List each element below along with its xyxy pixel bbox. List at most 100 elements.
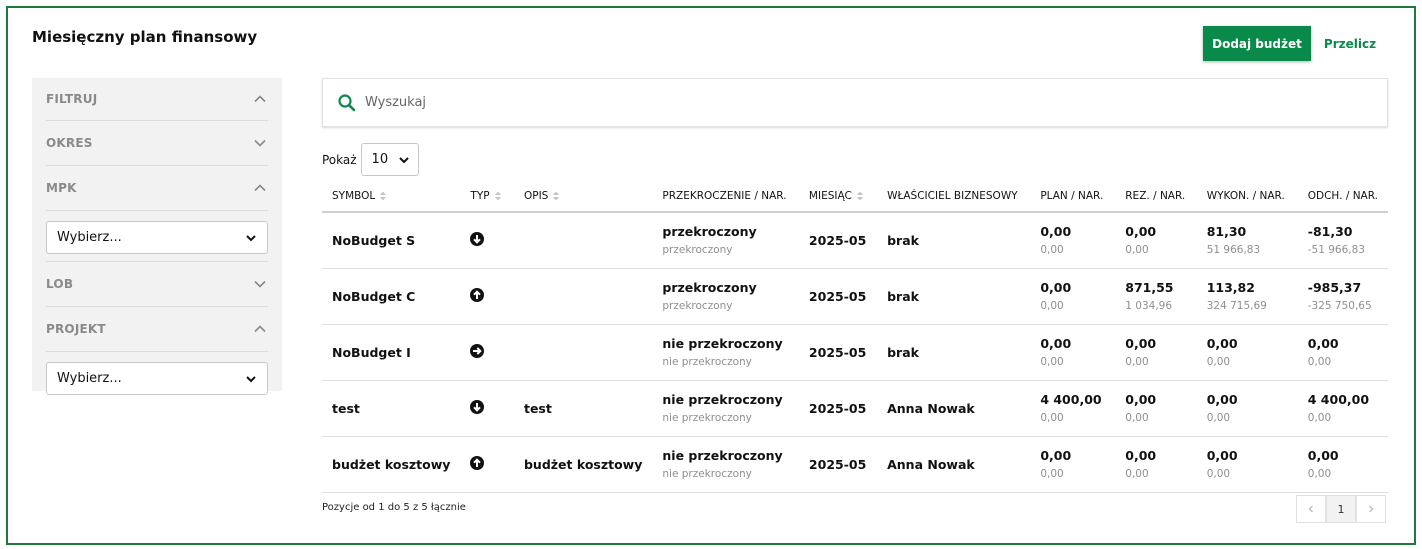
odch-value: 4 400,00 [1307, 392, 1370, 407]
col-opis[interactable]: OPIS [513, 180, 653, 213]
table-row[interactable]: NoBudget S przekroczony przekroczony 2025-0… [322, 212, 1388, 269]
mpk-select[interactable]: Wybierz... [46, 221, 268, 254]
filter-projekt-toggle[interactable]: PROJEKT [46, 307, 268, 352]
sort-icon [380, 191, 387, 200]
col-symbol[interactable]: SYMBOL [322, 180, 461, 213]
col-typ[interactable]: TYP [460, 180, 514, 213]
symbol-cell: NoBudget I [322, 324, 461, 381]
chevron-down-icon [246, 375, 256, 382]
prev-page-button[interactable] [1296, 495, 1326, 523]
page-size-select[interactable]: 10 [360, 143, 419, 176]
plan-value: 0,00 [1040, 448, 1072, 463]
table-row[interactable]: test test nie przekroczony nie przekroczony… [322, 380, 1388, 437]
symbol-cell: NoBudget S [322, 212, 461, 269]
przekroczenie-cell: przekroczony przekroczony [652, 268, 799, 325]
chevron-down-icon [246, 234, 256, 241]
opis-cell [513, 212, 653, 269]
plan-cell: 0,00 0,00 [1030, 212, 1116, 269]
filter-okres-toggle[interactable]: OKRES [46, 121, 268, 166]
przekroczenie-value: przekroczony [662, 280, 757, 295]
wykon-value: 0,00 [1206, 392, 1238, 407]
miesiac-cell: 2025-05 [798, 436, 878, 493]
rez-value: 0,00 [1125, 392, 1157, 407]
filter-group-projekt: PROJEKT Wybierz... [46, 307, 268, 402]
filter-group-mpk: MPK Wybierz... [46, 166, 268, 262]
przekroczenie-cell: nie przekroczony nie przekroczony [652, 324, 799, 381]
rez-value: 0,00 [1125, 336, 1157, 351]
next-page-button[interactable] [1356, 495, 1386, 523]
table-row[interactable]: budżet kosztowy budżet kosztowy nie przekr… [322, 436, 1388, 493]
col-odch: ODCH. / NAR. [1297, 180, 1388, 213]
miesiac-cell: 2025-05 [798, 212, 878, 269]
wykon-cell: 0,00 0,00 [1196, 380, 1298, 437]
chevron-down-icon [398, 156, 409, 163]
wlasciciel-cell: brak [877, 212, 1031, 269]
search-icon [338, 93, 356, 111]
filter-okres-label: OKRES [46, 136, 93, 150]
przekroczenie-nar-value: przekroczony [662, 244, 733, 257]
type-cell [460, 324, 514, 381]
plan-nar-value: 0,00 [1040, 300, 1064, 312]
chevron-right-icon [1369, 505, 1374, 513]
filter-sidebar: FILTRUJ OKRES MPK Wybierz... LOB PROJEKT… [32, 78, 282, 395]
rez-value: 0,00 [1125, 448, 1157, 463]
table-row[interactable]: NoBudget I nie przekroczony nie przekroczo… [322, 324, 1388, 381]
odch-value: -985,37 [1307, 280, 1362, 295]
col-rez-label: REZ. / NAR. [1125, 189, 1186, 202]
rez-cell: 0,00 0,00 [1115, 324, 1197, 381]
przekroczenie-nar-value: przekroczony [662, 300, 733, 312]
add-budget-button[interactable]: Dodaj budżet [1203, 26, 1311, 61]
opis-cell: test [513, 380, 653, 437]
filter-mpk-toggle[interactable]: MPK [46, 166, 268, 211]
wykon-cell: 0,00 0,00 [1196, 324, 1298, 381]
miesiac-cell: 2025-05 [798, 380, 878, 437]
odch-value: 0,00 [1307, 448, 1339, 463]
type-cell [460, 212, 514, 269]
wykon-nar-value: 324 715,69 [1206, 300, 1267, 312]
page-button-current[interactable]: 1 [1326, 495, 1356, 523]
przekroczenie-value: nie przekroczony [662, 448, 783, 463]
odch-nar-value: 0,00 [1307, 412, 1332, 424]
plan-cell: 0,00 0,00 [1030, 268, 1116, 325]
filter-lob-label: LOB [46, 277, 74, 291]
rez-cell: 0,00 0,00 [1115, 436, 1197, 493]
sort-icon [856, 191, 863, 200]
col-wykon: WYKON. / NAR. [1196, 180, 1298, 213]
pagination: 1 [1296, 495, 1386, 523]
table-row[interactable]: NoBudget C przekroczony przekroczony 2025-0… [322, 268, 1388, 325]
przekroczenie-cell: przekroczony przekroczony [652, 212, 799, 269]
plan-cell: 0,00 0,00 [1030, 324, 1116, 381]
filter-mpk-label: MPK [46, 181, 77, 195]
odch-value: -81,30 [1307, 224, 1353, 240]
miesiac-cell: 2025-05 [798, 324, 878, 381]
wykon-nar-value: 51 966,83 [1206, 244, 1261, 257]
col-plan: PLAN / NAR. [1030, 180, 1116, 213]
app-frame: Miesięczny plan finansowy Dodaj budżet P… [6, 6, 1416, 545]
pagination-info: Pozycje od 1 do 5 z 5 łącznie [322, 502, 466, 513]
przekroczenie-nar-value: nie przekroczony [662, 468, 752, 480]
type-cell [460, 268, 514, 325]
rez-cell: 0,00 0,00 [1115, 212, 1197, 269]
table-body: NoBudget S przekroczony przekroczony 2025-0… [322, 212, 1388, 493]
plan-nar-value: 0,00 [1040, 244, 1064, 257]
search-input[interactable] [365, 95, 1265, 110]
rez-cell: 871,55 1 034,96 [1115, 268, 1197, 325]
col-miesiac[interactable]: MIESIĄC [798, 180, 878, 213]
plan-value: 0,00 [1040, 280, 1072, 295]
search-box [322, 78, 1388, 127]
rez-value: 871,55 [1125, 280, 1174, 295]
col-wykon-label: WYKON. / NAR. [1206, 189, 1285, 202]
chevron-up-icon [254, 184, 266, 192]
symbol-cell: budżet kosztowy [322, 436, 461, 493]
projekt-select[interactable]: Wybierz... [46, 362, 268, 395]
wykon-value: 81,30 [1206, 224, 1247, 240]
miesiac-cell: 2025-05 [798, 268, 878, 325]
arrow-up-circle-icon [470, 455, 485, 470]
filter-toggle[interactable]: FILTRUJ [46, 78, 268, 121]
recalculate-button[interactable]: Przelicz [1320, 26, 1380, 61]
rez-nar-value: 0,00 [1125, 244, 1149, 257]
plan-nar-value: 0,00 [1040, 412, 1064, 424]
opis-cell: budżet kosztowy [513, 436, 653, 493]
rez-value: 0,00 [1125, 224, 1157, 240]
filter-lob-toggle[interactable]: LOB [46, 262, 268, 307]
